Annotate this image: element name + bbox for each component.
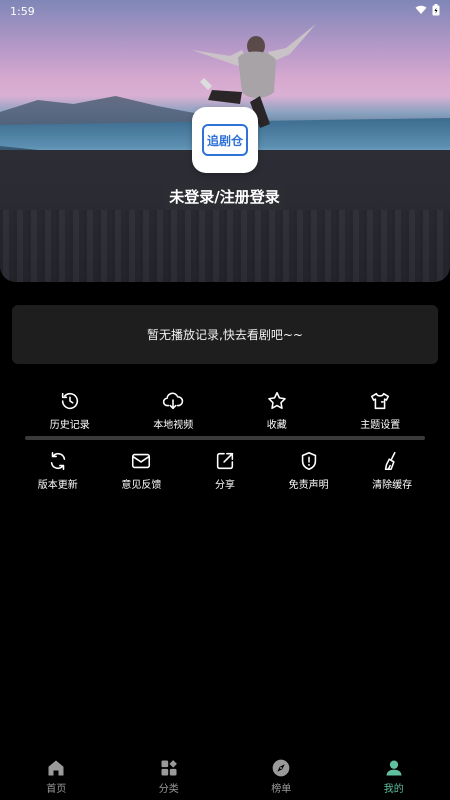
star-icon [267, 391, 286, 410]
mail-icon [132, 453, 151, 469]
app-logo[interactable]: 追剧仓 [192, 107, 258, 173]
profile-header: 追剧仓 未登录/注册登录 [0, 0, 450, 282]
background-mountain [0, 96, 210, 128]
menu-item-clear-cache[interactable]: 清除缓存 [350, 450, 434, 491]
nav-mine[interactable]: 我的 [338, 752, 450, 800]
menu-item-update[interactable]: 版本更新 [16, 450, 100, 491]
refresh-icon [50, 451, 65, 471]
battery-icon [432, 3, 440, 19]
wifi-icon [415, 5, 427, 18]
cloud-download-icon [163, 392, 184, 410]
tshirt-icon [371, 392, 390, 410]
menu-item-feedback[interactable]: 意见反馈 [100, 450, 184, 491]
nav-ranking[interactable]: 榜单 [225, 752, 338, 800]
section-divider [25, 436, 425, 440]
history-empty-text: 暂无播放记录,快去看剧吧~~ [147, 328, 303, 342]
watch-history-card[interactable]: 暂无播放记录,快去看剧吧~~ [12, 305, 438, 364]
nav-home[interactable]: 首页 [0, 752, 113, 800]
menu-item-history[interactable]: 历史记录 [18, 390, 122, 431]
compass-icon [272, 759, 290, 776]
background-texture [0, 210, 450, 282]
menu-row-secondary: 版本更新 意见反馈 分享 免责声明 清除缓存 [16, 450, 434, 491]
user-icon [386, 760, 402, 775]
shield-alert-icon [301, 451, 316, 471]
share-icon [216, 452, 234, 470]
menu-item-favorites[interactable]: 收藏 [225, 390, 329, 431]
menu-item-disclaimer[interactable]: 免责声明 [267, 450, 351, 491]
broom-icon [384, 451, 396, 471]
category-icon [161, 759, 177, 775]
nav-category[interactable]: 分类 [113, 752, 226, 800]
login-register-button[interactable]: 未登录/注册登录 [164, 182, 285, 210]
menu-item-theme[interactable]: 主题设置 [329, 390, 433, 431]
history-icon [61, 392, 78, 410]
status-bar: 1:59 [0, 0, 450, 22]
status-time: 1:59 [10, 4, 35, 18]
bottom-navigation: 首页 分类 榜单 我的 [0, 752, 450, 800]
menu-item-local-video[interactable]: 本地视频 [122, 390, 226, 431]
home-icon [48, 760, 64, 775]
logo-text: 追剧仓 [206, 133, 243, 148]
menu-item-share[interactable]: 分享 [183, 450, 267, 491]
menu-row-primary: 历史记录 本地视频 收藏 主题设置 [18, 390, 432, 431]
